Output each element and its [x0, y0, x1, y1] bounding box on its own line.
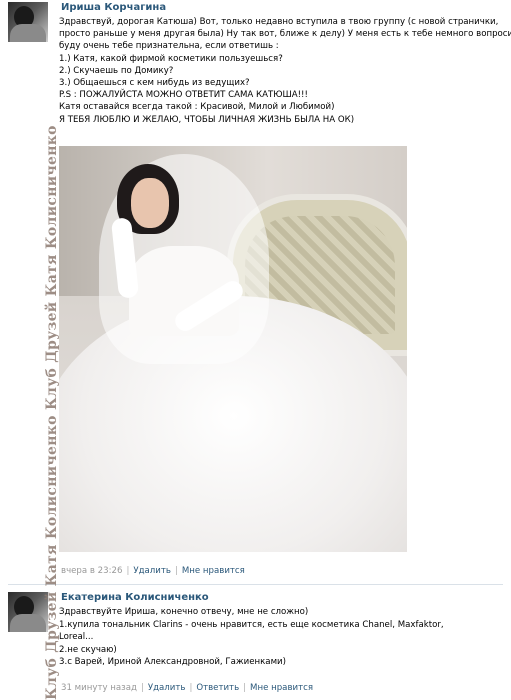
- post-text-line: 1.) Катя, какой фирмой косметики пользуе…: [59, 53, 283, 64]
- reply-text: Здравствуйте Ириша, конечно отвечу, мне …: [59, 606, 499, 669]
- post-text-line: просто раньше у меня другая была) Ну так…: [59, 29, 511, 40]
- post-text: Здравствуй, дорогая Катюша) Вот, только …: [59, 16, 511, 126]
- user-avatar-icon[interactable]: [8, 592, 48, 632]
- wall-post: Ириша Корчагина Здравствуй, дорогая Катю…: [0, 0, 511, 582]
- post-text-line: 3.) Общаешься с кем нибудь из ведущих?: [59, 78, 250, 89]
- post-text-line: Катя оставайся всегда такой : Красивой, …: [59, 102, 335, 113]
- post-text-line: Здравствуй, дорогая Катюша) Вот, только …: [59, 17, 499, 27]
- reply-author[interactable]: Екатерина Колисниченко: [61, 592, 209, 603]
- delete-link[interactable]: Удалить: [148, 683, 186, 693]
- post-time[interactable]: вчера в 23:26: [61, 566, 122, 576]
- wall-reply: Екатерина Колисниченко Здравствуйте Ириш…: [0, 588, 511, 699]
- reply-text-line: 2.не скучаю): [59, 644, 117, 655]
- reply-link[interactable]: Ответить: [196, 683, 239, 693]
- post-text-line: 2.) Скучаешь по Домику?: [59, 65, 174, 76]
- reply-text-line: Loreal...: [59, 632, 94, 643]
- user-avatar-icon[interactable]: [8, 2, 48, 42]
- post-text-line: буду очень тебе признательна, если ответ…: [59, 41, 279, 52]
- like-link[interactable]: Мне нравится: [182, 566, 245, 576]
- reply-meta: 31 минуту назад | Удалить | Ответить | Мне нра…: [61, 683, 313, 693]
- group-watermark: Клуб Друзей Катя Колисниченко Клуб Друзе…: [44, 125, 60, 700]
- reply-text-line: Здравствуйте Ириша, конечно отвечу, мне …: [59, 607, 309, 617]
- post-text-line: P.S : ПОЖАЛУЙСТА МОЖНО ОТВЕТИТ САМА КАТЮ…: [59, 90, 308, 101]
- post-text-line: Я ТЕБЯ ЛЮБЛЮ И ЖЕЛАЮ, ЧТОБЫ ЛИЧНАЯ ЖИЗНЬ…: [59, 114, 355, 125]
- post-meta: вчера в 23:26 | Удалить | Мне нравится: [61, 566, 245, 576]
- like-link[interactable]: Мне нравится: [250, 683, 313, 693]
- post-divider: [8, 584, 503, 585]
- delete-link[interactable]: Удалить: [133, 566, 171, 576]
- post-photo[interactable]: [59, 146, 407, 552]
- reply-text-line: 1.купила тональник Clarins - очень нрави…: [59, 619, 444, 630]
- reply-text-line: 3.с Варей, Ириной Александровной, Гажиен…: [59, 657, 286, 668]
- reply-time[interactable]: 31 минуту назад: [61, 683, 137, 693]
- post-author[interactable]: Ириша Корчагина: [61, 2, 166, 13]
